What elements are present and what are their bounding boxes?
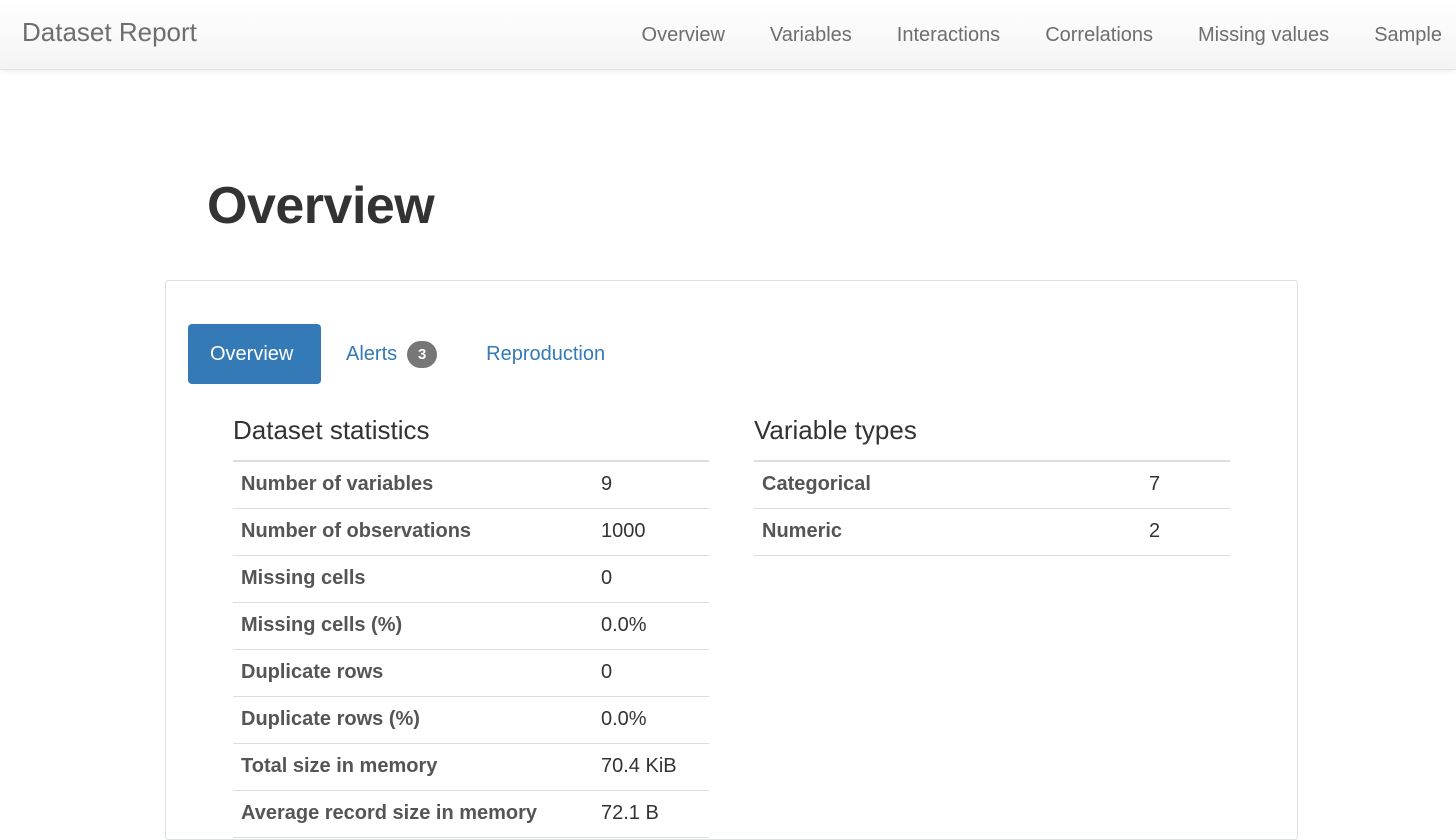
- tab-alerts[interactable]: Alerts 3: [346, 324, 437, 384]
- dataset-statistics-title: Dataset statistics: [233, 414, 709, 460]
- table-row: Duplicate rows 0: [233, 649, 709, 696]
- stat-label: Missing cells: [233, 555, 601, 602]
- top-navbar: Dataset Report Overview Variables Intera…: [0, 0, 1456, 70]
- stat-value: 9: [601, 461, 709, 508]
- stat-label: Total size in memory: [233, 743, 601, 790]
- stat-value: 0.0%: [601, 696, 709, 743]
- tab-alerts-label: Alerts: [346, 343, 397, 366]
- nav-link-missing-values[interactable]: Missing values: [1198, 24, 1329, 47]
- table-row: Duplicate rows (%) 0.0%: [233, 696, 709, 743]
- stat-value: 72.1 B: [601, 790, 709, 837]
- stat-label: Missing cells (%): [233, 602, 601, 649]
- stat-label: Average record size in memory: [233, 790, 601, 837]
- type-count: 2: [1149, 508, 1230, 555]
- table-row: Missing cells 0: [233, 555, 709, 602]
- type-label: Numeric: [754, 508, 1149, 555]
- table-row: Categorical 7: [754, 461, 1230, 508]
- alerts-count-badge: 3: [407, 341, 437, 368]
- overview-tabs: Overview Alerts 3 Reproduction: [188, 324, 605, 384]
- stat-label: Number of observations: [233, 508, 601, 555]
- nav-link-variables[interactable]: Variables: [770, 24, 852, 47]
- stat-value: 0: [601, 649, 709, 696]
- brand-title[interactable]: Dataset Report: [22, 17, 197, 48]
- dataset-statistics-table: Number of variables 9 Number of observat…: [233, 460, 709, 838]
- nav-link-overview[interactable]: Overview: [642, 24, 725, 47]
- tab-reproduction[interactable]: Reproduction: [486, 324, 605, 384]
- type-count: 7: [1149, 461, 1230, 508]
- stat-value: 70.4 KiB: [601, 743, 709, 790]
- table-row: Missing cells (%) 0.0%: [233, 602, 709, 649]
- nav-link-interactions[interactable]: Interactions: [897, 24, 1000, 47]
- nav-links: Overview Variables Interactions Correlat…: [597, 0, 1442, 70]
- type-label: Categorical: [754, 461, 1149, 508]
- variable-types-section: Variable types Categorical 7 Numeric 2: [754, 414, 1230, 556]
- overview-panel: Overview Alerts 3 Reproduction Dataset s…: [165, 280, 1298, 840]
- stat-value: 0: [601, 555, 709, 602]
- table-row: Average record size in memory 72.1 B: [233, 790, 709, 837]
- tab-overview[interactable]: Overview: [188, 324, 321, 384]
- stat-label: Duplicate rows: [233, 649, 601, 696]
- variable-types-table: Categorical 7 Numeric 2: [754, 460, 1230, 556]
- tab-overview-label: Overview: [210, 343, 293, 366]
- stat-label: Number of variables: [233, 461, 601, 508]
- dataset-statistics-section: Dataset statistics Number of variables 9…: [233, 414, 709, 838]
- stat-value: 0.0%: [601, 602, 709, 649]
- table-row: Total size in memory 70.4 KiB: [233, 743, 709, 790]
- nav-link-sample[interactable]: Sample: [1374, 24, 1442, 47]
- nav-link-correlations[interactable]: Correlations: [1045, 24, 1153, 47]
- table-row: Number of observations 1000: [233, 508, 709, 555]
- stat-value: 1000: [601, 508, 709, 555]
- table-row: Number of variables 9: [233, 461, 709, 508]
- stat-label: Duplicate rows (%): [233, 696, 601, 743]
- table-row: Numeric 2: [754, 508, 1230, 555]
- variable-types-title: Variable types: [754, 414, 1230, 460]
- page-title: Overview: [207, 176, 434, 236]
- tab-reproduction-label: Reproduction: [486, 343, 605, 366]
